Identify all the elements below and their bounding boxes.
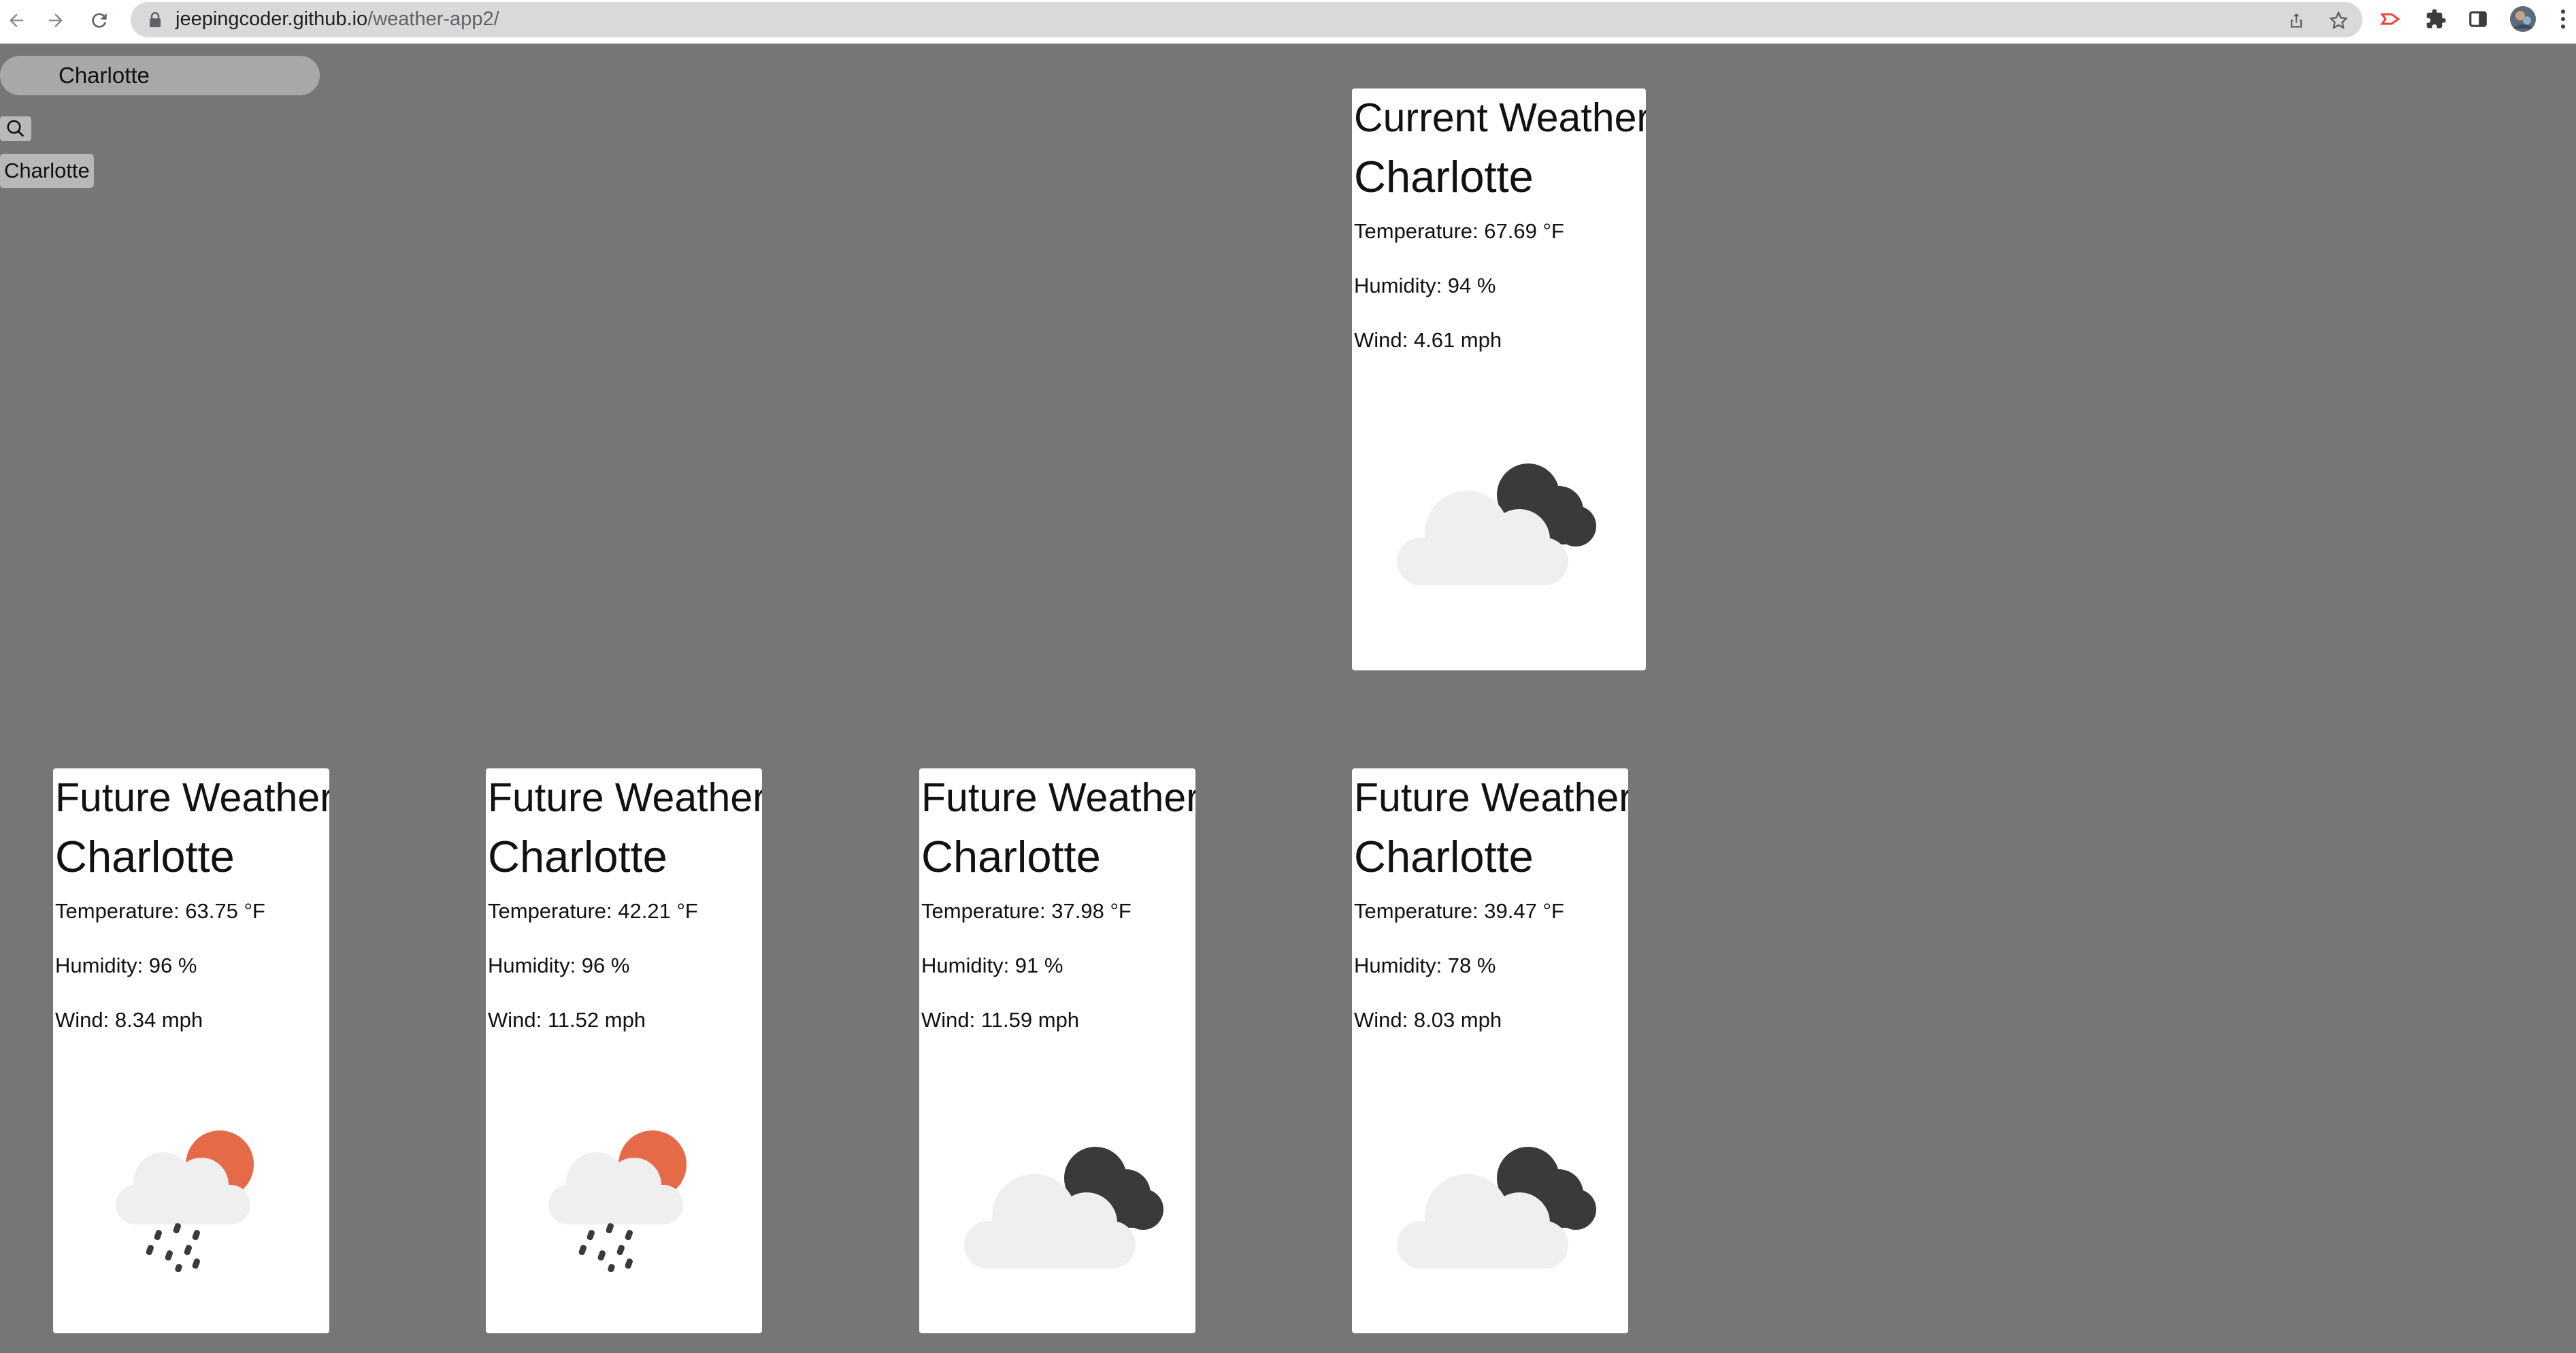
- card-city: Charlotte: [1354, 152, 1534, 201]
- card-humidity: Humidity: 91 %: [921, 953, 1063, 977]
- side-panel-button[interactable]: [2464, 5, 2492, 33]
- city-search-input[interactable]: [0, 56, 320, 95]
- dark-cloud-icon: [1397, 463, 1596, 585]
- extensions-menu-button[interactable]: [2422, 5, 2449, 33]
- browser-menu-button[interactable]: [2553, 5, 2573, 33]
- history-city-button[interactable]: Charlotte: [0, 154, 94, 188]
- card-wind: Wind: 11.52 mph: [488, 1008, 646, 1032]
- card-city: Charlotte: [921, 832, 1101, 881]
- browser-toolbar: jeepingcoder.github.io/weather-app2/: [0, 0, 2576, 44]
- card-humidity: Humidity: 78 %: [1354, 953, 1496, 977]
- card-temperature: Temperature: 67.69 °F: [1354, 219, 1564, 243]
- share-button[interactable]: [2285, 9, 2308, 32]
- card-wind: Wind: 8.34 mph: [55, 1008, 203, 1032]
- card-wind: Wind: 11.59 mph: [921, 1008, 1080, 1032]
- forward-button[interactable]: [39, 4, 72, 37]
- kebab-menu-icon: [2561, 10, 2565, 29]
- card-heading: Future Weather: [488, 775, 762, 820]
- extension-button[interactable]: [2377, 5, 2405, 33]
- side-panel-icon: [2469, 11, 2487, 27]
- reload-button[interactable]: [83, 4, 116, 37]
- forecast-card: Future Weather Charlotte Temperature: 39…: [1352, 768, 1628, 1333]
- forecast-card: Future Weather Charlotte Temperature: 42…: [486, 768, 762, 1333]
- url-path: /weather-app2/: [367, 8, 499, 30]
- forecast-card: Future Weather Charlotte Temperature: 37…: [919, 768, 1195, 1333]
- card-humidity: Humidity: 94 %: [1354, 274, 1496, 297]
- forecast-card: Future Weather Charlotte Temperature: 63…: [53, 768, 329, 1333]
- card-humidity: Humidity: 96 %: [55, 953, 197, 977]
- lock-icon: [150, 12, 161, 27]
- card-city: Charlotte: [488, 832, 667, 881]
- card-temperature: Temperature: 37.98 °F: [921, 899, 1132, 923]
- reload-icon: [92, 13, 107, 28]
- card-temperature: Temperature: 39.47 °F: [1354, 899, 1564, 923]
- card-heading: Future Weather: [921, 775, 1195, 820]
- card-heading: Future Weather: [55, 775, 329, 820]
- card-city: Charlotte: [55, 832, 235, 881]
- profile-avatar-icon: [2510, 6, 2536, 32]
- sun-rain-cloud-icon: [548, 1130, 687, 1272]
- search-button[interactable]: [0, 116, 31, 141]
- url-host: jeepingcoder.github.io: [176, 8, 368, 30]
- puzzle-icon: [2426, 9, 2446, 29]
- dark-cloud-icon: [964, 1147, 1163, 1269]
- card-wind: Wind: 4.61 mph: [1354, 328, 1502, 352]
- back-button[interactable]: [0, 4, 33, 37]
- card-humidity: Humidity: 96 %: [488, 953, 630, 977]
- back-arrow-icon: [10, 14, 23, 27]
- sun-rain-cloud-icon: [116, 1130, 254, 1272]
- current-weather-card: Current Weather Charlotte Temperature: 6…: [1352, 88, 1646, 670]
- bookmark-button[interactable]: [2327, 9, 2350, 32]
- search-icon: [7, 120, 24, 137]
- card-wind: Wind: 8.03 mph: [1354, 1008, 1502, 1032]
- star-icon: [2329, 10, 2348, 29]
- card-temperature: Temperature: 63.75 °F: [55, 899, 265, 923]
- red-extension-icon: [2380, 13, 2400, 25]
- card-heading: Current Weather: [1354, 95, 1646, 140]
- profile-button[interactable]: [2509, 5, 2537, 33]
- dark-cloud-icon: [1397, 1147, 1596, 1269]
- card-city: Charlotte: [1354, 832, 1534, 881]
- forward-arrow-icon: [49, 14, 63, 27]
- share-icon: [2290, 13, 2302, 28]
- url-text: jeepingcoder.github.io/weather-app2/: [176, 8, 499, 31]
- card-heading: Future Weather: [1354, 775, 1628, 820]
- address-bar[interactable]: jeepingcoder.github.io/weather-app2/: [131, 2, 2362, 37]
- card-temperature: Temperature: 42.21 °F: [488, 899, 698, 923]
